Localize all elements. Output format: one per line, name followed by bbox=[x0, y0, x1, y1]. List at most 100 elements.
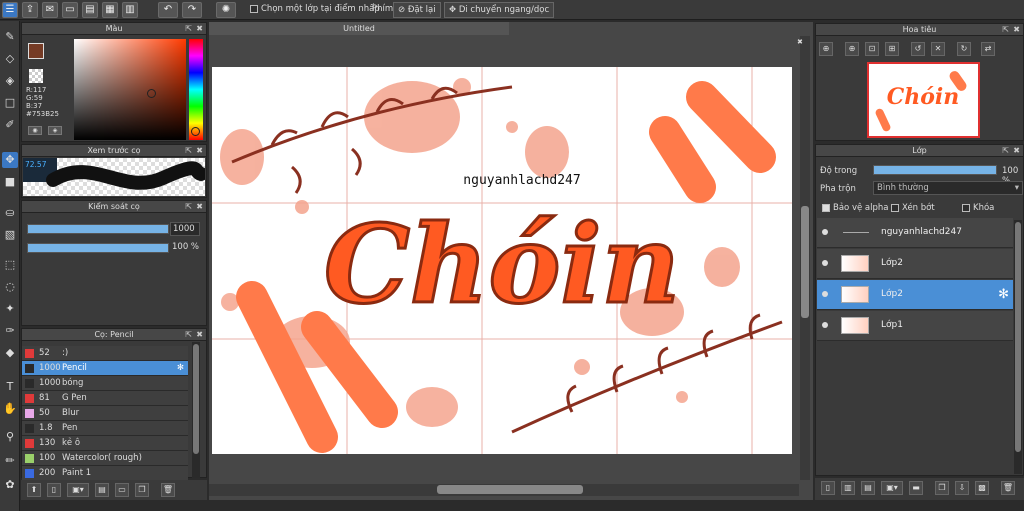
panel-close-icon[interactable]: ✖ bbox=[196, 23, 203, 35]
duplicate-layer-icon[interactable]: ❐ bbox=[935, 481, 949, 495]
eyedropper-button[interactable]: ◈ bbox=[48, 126, 62, 135]
add-layer-menu-icon[interactable]: ▣▾ bbox=[881, 481, 903, 495]
actual-size-icon[interactable]: ⊞ bbox=[885, 42, 899, 56]
grid-icon[interactable]: ▦ bbox=[102, 2, 118, 18]
brush-list-item[interactable]: 81 G Pen bbox=[22, 391, 188, 406]
layer-visibility-icon[interactable] bbox=[822, 322, 828, 328]
layer-list-scrollbar[interactable] bbox=[1014, 220, 1022, 474]
layer-folder-icon[interactable]: ▬ bbox=[909, 481, 923, 495]
vertical-scrollbar[interactable] bbox=[800, 36, 810, 480]
canvas-tab[interactable]: Untitled bbox=[209, 22, 509, 35]
add-brush-icon[interactable]: ⬆ bbox=[27, 483, 41, 497]
bucket-eraser-tool-icon[interactable]: ◈ bbox=[2, 73, 18, 89]
fit-icon[interactable]: ⊡ bbox=[865, 42, 879, 56]
hand-tool-icon[interactable]: ✋ bbox=[2, 401, 18, 417]
brush-list-item[interactable]: 100 Watercolor( rough) bbox=[22, 451, 188, 466]
redo-icon[interactable]: ↷ bbox=[182, 2, 202, 18]
pan-button[interactable]: ✥ Di chuyển ngang/dọc bbox=[444, 2, 555, 18]
rotate-right-icon[interactable]: ↻ bbox=[957, 42, 971, 56]
merge-layer-icon[interactable]: ⇩ bbox=[955, 481, 969, 495]
clipping-checkbox[interactable]: Xén bớt bbox=[891, 203, 935, 213]
select-layer-checkbox[interactable]: Chọn một lớp tại điểm nhấp bbox=[250, 4, 380, 14]
layer-row[interactable]: Lớp2 ✻ bbox=[817, 280, 1013, 310]
brush-size-input[interactable]: 1000 bbox=[170, 222, 200, 236]
brush-folder-open-icon[interactable]: ▭ bbox=[115, 483, 129, 497]
hue-slider[interactable] bbox=[189, 39, 203, 140]
brush-opacity-slider[interactable] bbox=[27, 243, 169, 253]
layer-row[interactable]: Lớp1 bbox=[817, 311, 1013, 341]
zoom-out-icon[interactable]: ⊕ bbox=[845, 42, 859, 56]
select-rect-tool-icon[interactable]: ⬚ bbox=[2, 257, 18, 273]
page-icon[interactable]: ▤ bbox=[82, 2, 98, 18]
layer-thumbnail-icon[interactable]: ▩ bbox=[975, 481, 989, 495]
comment-icon[interactable]: ▭ bbox=[62, 2, 78, 18]
layer-opacity-slider[interactable] bbox=[873, 165, 997, 175]
select-eraser-tool-icon[interactable]: ◆ bbox=[2, 345, 18, 361]
vertical-scroll-thumb[interactable] bbox=[801, 206, 809, 318]
saturation-value-picker[interactable] bbox=[74, 39, 186, 140]
panel-undock-icon[interactable]: ⇱ bbox=[1002, 145, 1009, 157]
rotate-left-icon[interactable]: ↺ bbox=[911, 42, 925, 56]
panel-close-icon[interactable]: ✖ bbox=[196, 145, 203, 157]
flip-icon[interactable]: ⇄ bbox=[981, 42, 995, 56]
brush-list-scroll-thumb[interactable] bbox=[193, 344, 199, 454]
brush-list-item[interactable]: 200 Paint 1 bbox=[22, 466, 188, 481]
gear-icon[interactable]: ✻ bbox=[177, 361, 184, 375]
delete-layer-icon[interactable]: 🗑 bbox=[1001, 481, 1015, 495]
select-pen-tool-icon[interactable]: ✑ bbox=[2, 323, 18, 339]
new-brush-icon[interactable]: ▯ bbox=[47, 483, 61, 497]
reset-button[interactable]: ⊘ Đặt lại bbox=[393, 2, 441, 18]
brush-list-item[interactable]: 1.8 Pen bbox=[22, 421, 188, 436]
layer-visibility-icon[interactable] bbox=[822, 260, 828, 266]
new-layer-8bit-icon[interactable]: ▥ bbox=[841, 481, 855, 495]
brush-size-slider[interactable] bbox=[27, 224, 169, 234]
gear-icon[interactable]: ✻ bbox=[998, 287, 1009, 302]
primary-color-swatch[interactable] bbox=[28, 43, 44, 59]
canvas-close-icon[interactable]: ✖ bbox=[797, 38, 803, 46]
reset-rotate-icon[interactable]: ✕ bbox=[931, 42, 945, 56]
protect-alpha-checkbox[interactable]: Bảo vệ alpha bbox=[822, 203, 888, 213]
panel-close-icon[interactable]: ✖ bbox=[1013, 24, 1020, 36]
layer-scroll-thumb[interactable] bbox=[1015, 222, 1021, 452]
panel-undock-icon[interactable]: ⇱ bbox=[185, 23, 192, 35]
eyedropper-tool-icon[interactable]: ⚲ bbox=[2, 429, 18, 445]
transparent-swatch[interactable] bbox=[29, 69, 43, 83]
gradient-tool-icon[interactable]: ▧ bbox=[2, 227, 18, 243]
color-picker-handle[interactable] bbox=[147, 89, 156, 98]
hue-handle[interactable] bbox=[191, 127, 200, 136]
layout-icon[interactable]: ▥ bbox=[122, 2, 138, 18]
undo-icon[interactable]: ↶ bbox=[158, 2, 178, 18]
fill-rect-tool-icon[interactable]: ■ bbox=[2, 174, 18, 190]
brush-list-item[interactable]: 50 Blur bbox=[22, 406, 188, 421]
lock-checkbox[interactable]: Khóa bbox=[962, 203, 994, 213]
navigator-thumbnail[interactable]: Chóin bbox=[867, 62, 980, 138]
layer-visibility-icon[interactable] bbox=[822, 291, 828, 297]
panel-undock-icon[interactable]: ⇱ bbox=[185, 329, 192, 341]
bucket-tool-icon[interactable]: ⛀ bbox=[2, 205, 18, 221]
delete-brush-icon[interactable]: 🗑 bbox=[161, 483, 175, 497]
layer-row[interactable]: nguyanhlachd247 bbox=[817, 218, 1013, 248]
magic-wand-tool-icon[interactable]: ✦ bbox=[2, 301, 18, 317]
panel-undock-icon[interactable]: ⇱ bbox=[185, 201, 192, 213]
zoom-in-icon[interactable]: ⊕ bbox=[819, 42, 833, 56]
pen-tool-icon[interactable]: ✐ bbox=[2, 117, 18, 133]
brush-options-icon[interactable]: ▣▾ bbox=[67, 483, 89, 497]
app-menu-icon[interactable]: ☰ bbox=[2, 2, 18, 18]
new-layer-1bit-icon[interactable]: ▤ bbox=[861, 481, 875, 495]
brush-list-item[interactable]: 52:) bbox=[22, 346, 188, 361]
lasso-tool-icon[interactable]: ◌ bbox=[2, 279, 18, 295]
spinner-icon[interactable]: ✺ bbox=[216, 2, 236, 18]
panel-close-icon[interactable]: ✖ bbox=[196, 201, 203, 213]
panel-close-icon[interactable]: ✖ bbox=[196, 329, 203, 341]
brush-folder-icon[interactable]: ▤ bbox=[95, 483, 109, 497]
eraser-tool-icon[interactable]: ◇ bbox=[2, 51, 18, 67]
panel-close-icon[interactable]: ✖ bbox=[1013, 145, 1020, 157]
new-layer-icon[interactable]: ▯ bbox=[821, 481, 835, 495]
copy-brush-icon[interactable]: ❐ bbox=[135, 483, 149, 497]
layer-visibility-icon[interactable] bbox=[822, 229, 828, 235]
brush-list-item[interactable]: 1000 bóng bbox=[22, 376, 188, 391]
panel-undock-icon[interactable]: ⇱ bbox=[1002, 24, 1009, 36]
share-icon[interactable]: ⇪ bbox=[22, 2, 38, 18]
brush-tool-icon[interactable]: ✎ bbox=[2, 29, 18, 45]
brush-list-item[interactable]: 130 kẻ ô bbox=[22, 436, 188, 451]
